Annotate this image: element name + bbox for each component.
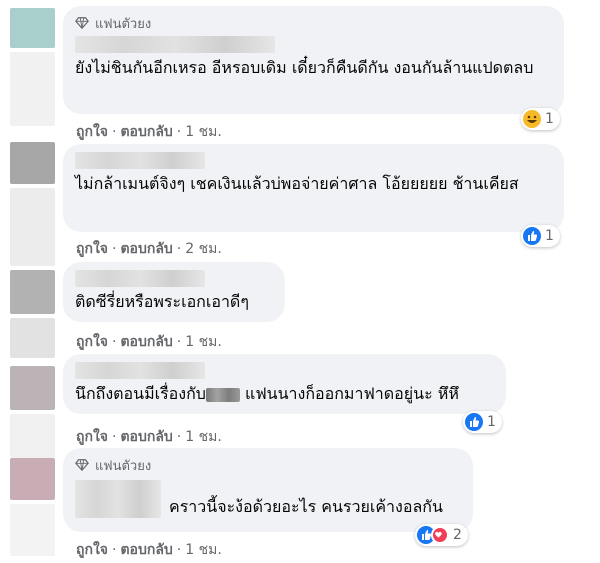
comment-bubble: แฟนตัวยง คราวนี้จะง้อด้วยอะไร คนรวยเค้าง… bbox=[63, 448, 473, 532]
comment-text: ติดซีรี่ยหรือพระเอกเอาดีๆ bbox=[75, 292, 249, 311]
comment-bubble: แฟนตัวยง ยังไม่ชินกันอีกเหรอ อีหรอบเดิม … bbox=[63, 6, 564, 114]
comment-text-part: แฟนนางก็ออกมาฟาดอยู่นะ หึหึ bbox=[239, 384, 459, 403]
comment-text: ยังไม่ชินกันอีกเหรอ อีหรอบเดิม เดี๋ยวก็ค… bbox=[75, 58, 534, 77]
diamond-icon bbox=[75, 17, 89, 30]
comment-bubble: นึกถึงตอนมีเรื่องกับ แฟนนางก็ออกมาฟาดอยู… bbox=[63, 354, 506, 414]
commenter-avatar[interactable] bbox=[10, 8, 55, 48]
reply-button[interactable]: ตอบกลับ bbox=[120, 241, 172, 257]
commenter-name[interactable] bbox=[75, 362, 205, 379]
commenter-name[interactable] bbox=[75, 36, 275, 53]
reaction-count: 1 bbox=[487, 414, 496, 430]
comment-text-part: นึกถึงตอนมีเรื่องกับ bbox=[75, 384, 206, 403]
top-fan-badge: แฟนตัวยง bbox=[75, 456, 461, 474]
avatar-placeholder bbox=[10, 414, 55, 458]
comment-bubble: ติดซีรี่ยหรือพระเอกเอาดีๆ bbox=[63, 262, 285, 322]
comment-bubble: ไม่กล้าเมนต์จิงๆ เชคเงินแล้วบ่พอจ่ายค่าศ… bbox=[63, 144, 564, 232]
top-fan-badge: แฟนตัวยง bbox=[75, 14, 552, 32]
diamond-icon bbox=[75, 459, 89, 472]
comment-text: ไม่กล้าเมนต์จิงๆ เชคเงินแล้วบ่พอจ่ายค่าศ… bbox=[75, 174, 519, 193]
reply-button[interactable]: ตอบกลับ bbox=[120, 124, 172, 140]
reaction-summary[interactable]: 1 bbox=[521, 108, 560, 130]
commenter-avatar[interactable] bbox=[10, 366, 55, 410]
like-button[interactable]: ถูกใจ bbox=[76, 334, 108, 350]
reaction-count: 1 bbox=[545, 111, 554, 127]
avatar-placeholder bbox=[10, 504, 55, 556]
reaction-summary[interactable]: 1 bbox=[463, 411, 502, 433]
comment-actions: ถูกใจ · ตอบกลับ · 1 ชม. bbox=[76, 334, 222, 350]
commenter-avatar[interactable] bbox=[10, 270, 55, 314]
commenter-name[interactable] bbox=[75, 270, 205, 287]
comment-time[interactable]: 1 ชม. bbox=[185, 542, 222, 558]
reaction-count: 1 bbox=[545, 228, 554, 244]
reaction-count: 2 bbox=[453, 527, 462, 543]
comment-time[interactable]: 1 ชม. bbox=[185, 124, 222, 140]
commenter-avatar[interactable] bbox=[10, 458, 55, 500]
reaction-summary[interactable]: 1 bbox=[521, 225, 560, 247]
commenter-name[interactable] bbox=[75, 480, 161, 518]
comment-actions: ถูกใจ · ตอบกลับ · 1 ชม. bbox=[76, 124, 222, 140]
like-reaction-icon bbox=[465, 413, 483, 431]
comment-time[interactable]: 1 ชม. bbox=[185, 429, 222, 445]
comment-actions: ถูกใจ · ตอบกลับ · 1 ชม. bbox=[76, 542, 222, 558]
comment-time[interactable]: 2 ชม. bbox=[185, 241, 222, 257]
badge-label: แฟนตัวยง bbox=[95, 458, 152, 474]
reaction-summary[interactable]: 2 bbox=[415, 524, 468, 546]
like-button[interactable]: ถูกใจ bbox=[76, 124, 108, 140]
like-button[interactable]: ถูกใจ bbox=[76, 429, 108, 445]
reply-button[interactable]: ตอบกลับ bbox=[120, 429, 172, 445]
reply-button[interactable]: ตอบกลับ bbox=[120, 542, 172, 558]
reply-button[interactable]: ตอบกลับ bbox=[120, 334, 172, 350]
censored-name bbox=[205, 387, 240, 402]
comment-text: คราวนี้จะง้อด้วยอะไร คนรวยเค้างอลกัน bbox=[169, 497, 443, 516]
badge-label: แฟนตัวยง bbox=[95, 16, 152, 32]
comment-text: นึกถึงตอนมีเรื่องกับ แฟนนางก็ออกมาฟาดอยู… bbox=[75, 381, 494, 407]
like-button[interactable]: ถูกใจ bbox=[76, 241, 108, 257]
avatar-placeholder bbox=[10, 318, 55, 358]
avatar-placeholder bbox=[10, 52, 55, 126]
commenter-avatar[interactable] bbox=[10, 142, 55, 184]
comment-actions: ถูกใจ · ตอบกลับ · 2 ชม. bbox=[76, 241, 222, 257]
haha-reaction-icon bbox=[523, 110, 541, 128]
comment-actions: ถูกใจ · ตอบกลับ · 1 ชม. bbox=[76, 429, 222, 445]
like-button[interactable]: ถูกใจ bbox=[76, 542, 108, 558]
like-reaction-icon bbox=[523, 227, 541, 245]
comment-time[interactable]: 1 ชม. bbox=[185, 334, 222, 350]
commenter-name[interactable] bbox=[75, 152, 205, 169]
avatar-placeholder bbox=[10, 188, 55, 266]
love-reaction-icon bbox=[431, 526, 449, 544]
